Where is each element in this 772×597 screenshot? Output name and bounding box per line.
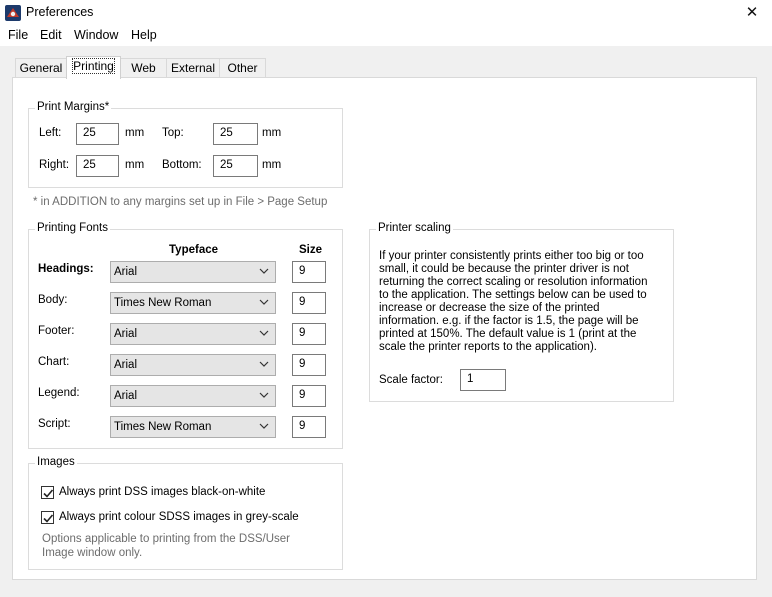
printing-fonts-title: Printing Fonts bbox=[35, 222, 110, 234]
font-row-label: Footer: bbox=[38, 325, 75, 337]
legend-size-input[interactable]: 9 bbox=[292, 385, 326, 407]
description-line: information. e.g. if the factor is 1.5, … bbox=[379, 315, 639, 327]
images-note-line2: Image window only. bbox=[42, 547, 143, 559]
title-bar: Preferences ✕ bbox=[0, 0, 772, 26]
left-margin-input[interactable]: 25 bbox=[76, 123, 119, 145]
printing-fonts-group: Printing Fonts Typeface Size Headings: A… bbox=[28, 222, 343, 449]
right-margin-label: Right: bbox=[39, 159, 70, 171]
images-group: Images Always print DSS images black-on-… bbox=[28, 456, 343, 570]
menu-help[interactable]: Help bbox=[131, 28, 157, 42]
bottom-margin-label: Bottom: bbox=[162, 159, 202, 171]
chart-typeface-select[interactable]: Arial bbox=[110, 354, 276, 376]
body-size-input[interactable]: 9 bbox=[292, 292, 326, 314]
script-typeface-select[interactable]: Times New Roman bbox=[110, 416, 276, 438]
window-title: Preferences bbox=[26, 5, 94, 19]
printer-scaling-description: If your printer consistently prints eith… bbox=[379, 250, 647, 354]
description-line: If your printer consistently prints eith… bbox=[379, 250, 644, 262]
scale-factor-label: Scale factor: bbox=[379, 374, 443, 386]
close-icon[interactable]: ✕ bbox=[732, 0, 772, 26]
tab-general[interactable]: General bbox=[15, 58, 67, 78]
left-margin-label: Left: bbox=[39, 127, 62, 139]
dss-black-on-white-label[interactable]: Always print DSS images black-on-white bbox=[59, 486, 265, 498]
chevron-down-icon bbox=[259, 268, 269, 274]
print-margins-title: Print Margins* bbox=[35, 101, 112, 113]
sdss-grey-scale-label[interactable]: Always print colour SDSS images in grey-… bbox=[59, 511, 299, 523]
description-line: to the application. The settings below c… bbox=[379, 289, 647, 301]
tab-external[interactable]: External bbox=[166, 58, 220, 78]
headings-size-input[interactable]: 9 bbox=[292, 261, 326, 283]
printer-scaling-title: Printer scaling bbox=[376, 222, 453, 234]
right-margin-input[interactable]: 25 bbox=[76, 155, 119, 177]
size-header: Size bbox=[299, 244, 323, 256]
right-margin-unit: mm bbox=[125, 159, 145, 171]
checkmark-icon bbox=[43, 489, 54, 498]
select-value: Arial bbox=[114, 328, 138, 340]
tab-other[interactable]: Other bbox=[219, 58, 266, 78]
top-margin-label: Top: bbox=[162, 127, 184, 139]
description-line: printed at 150%. The default value is 1 … bbox=[379, 328, 637, 340]
menu-bar: File Edit Window Help bbox=[0, 26, 772, 46]
bottom-margin-unit: mm bbox=[262, 159, 282, 171]
printing-panel: Print Margins* Left: 25 mm Top: 25 mm Ri… bbox=[12, 77, 757, 580]
font-row-label: Headings: bbox=[38, 263, 94, 275]
printer-scaling-group: Printer scaling If your printer consiste… bbox=[369, 222, 674, 402]
font-row-label: Legend: bbox=[38, 387, 80, 399]
select-value: Times New Roman bbox=[114, 421, 212, 433]
footer-typeface-select[interactable]: Arial bbox=[110, 323, 276, 345]
app-logo-icon bbox=[5, 5, 21, 21]
legend-typeface-select[interactable]: Arial bbox=[110, 385, 276, 407]
top-margin-input[interactable]: 25 bbox=[213, 123, 258, 145]
font-row-label: Chart: bbox=[38, 356, 70, 368]
print-margins-group: Print Margins* Left: 25 mm Top: 25 mm Ri… bbox=[28, 101, 343, 188]
menu-edit[interactable]: Edit bbox=[40, 28, 62, 42]
select-value: Arial bbox=[114, 359, 138, 371]
margins-footnote: * in ADDITION to any margins set up in F… bbox=[33, 196, 328, 208]
menu-window[interactable]: Window bbox=[74, 28, 118, 42]
menu-file[interactable]: File bbox=[8, 28, 28, 42]
top-margin-unit: mm bbox=[262, 127, 282, 139]
description-line: returning the correct scaling or resolut… bbox=[379, 276, 648, 288]
chevron-down-icon bbox=[259, 361, 269, 367]
body-typeface-select[interactable]: Times New Roman bbox=[110, 292, 276, 314]
select-value: Times New Roman bbox=[114, 297, 212, 309]
typeface-header: Typeface bbox=[169, 244, 219, 256]
select-value: Arial bbox=[114, 390, 138, 402]
dss-black-on-white-checkbox[interactable] bbox=[41, 486, 54, 499]
chevron-down-icon bbox=[259, 330, 269, 336]
headings-typeface-select[interactable]: Arial bbox=[110, 261, 276, 283]
images-title: Images bbox=[35, 456, 77, 468]
description-line: increase or decrease the size of the pri… bbox=[379, 302, 600, 314]
left-margin-unit: mm bbox=[125, 127, 145, 139]
chevron-down-icon bbox=[259, 423, 269, 429]
chevron-down-icon bbox=[259, 299, 269, 305]
font-row-label: Script: bbox=[38, 418, 71, 430]
images-note-line1: Options applicable to printing from the … bbox=[42, 533, 291, 545]
description-line: small, it could be because the printer d… bbox=[379, 263, 629, 275]
chevron-down-icon bbox=[259, 392, 269, 398]
tab-printing[interactable]: Printing bbox=[66, 56, 121, 79]
font-row-label: Body: bbox=[38, 294, 68, 306]
tab-web[interactable]: Web bbox=[120, 58, 167, 78]
footer-size-input[interactable]: 9 bbox=[292, 323, 326, 345]
bottom-margin-input[interactable]: 25 bbox=[213, 155, 258, 177]
select-value: Arial bbox=[114, 266, 138, 278]
sdss-grey-scale-checkbox[interactable] bbox=[41, 511, 54, 524]
script-size-input[interactable]: 9 bbox=[292, 416, 326, 438]
chart-size-input[interactable]: 9 bbox=[292, 354, 326, 376]
description-line: scale the printer reports to the applica… bbox=[379, 341, 597, 353]
scale-factor-input[interactable]: 1 bbox=[460, 369, 506, 391]
checkmark-icon bbox=[43, 514, 54, 523]
